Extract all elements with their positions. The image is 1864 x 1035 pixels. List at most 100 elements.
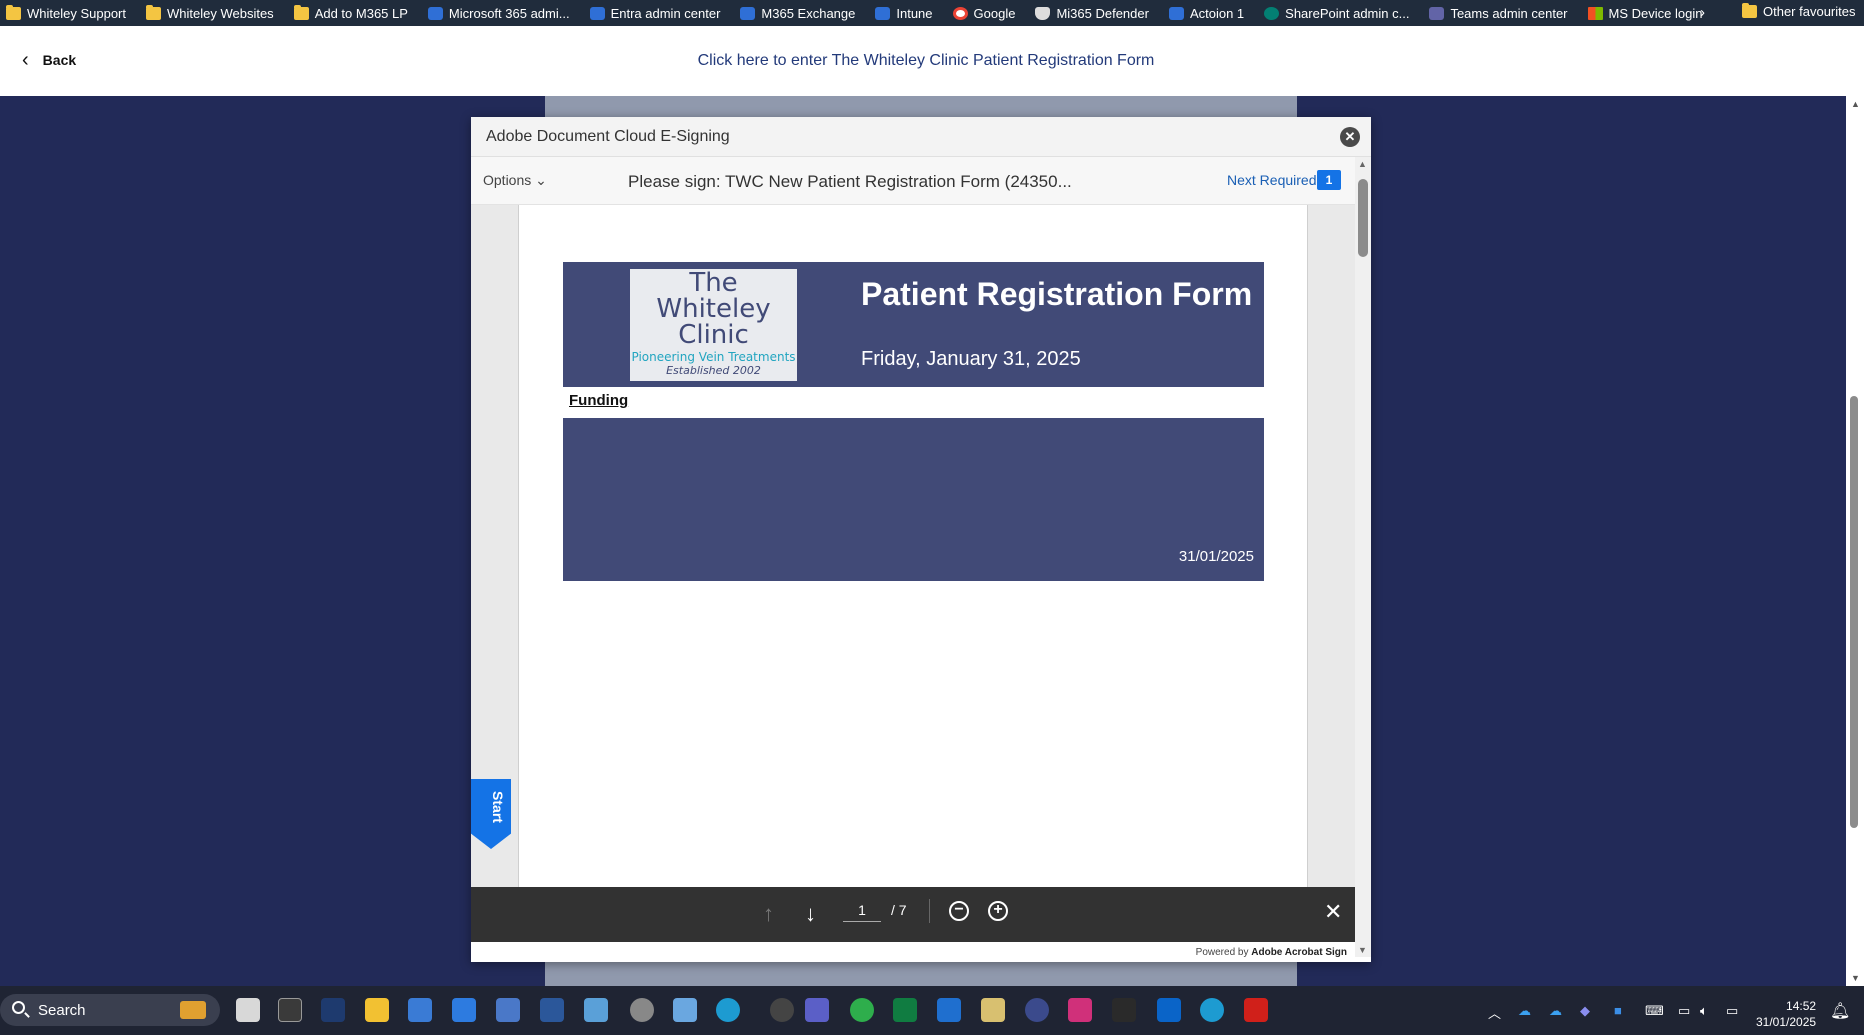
onedrive-icon[interactable]: ☁ [1549, 1003, 1562, 1019]
modal-scrollbar-thumb[interactable] [1358, 179, 1368, 257]
bookmark-m365-admin[interactable]: Microsoft 365 admi... [427, 6, 570, 21]
modal-scrollbar[interactable]: ▲ ▼ [1355, 157, 1371, 957]
bookmark-teams[interactable]: Teams admin center [1429, 6, 1568, 21]
remote-desktop-icon[interactable] [408, 998, 432, 1022]
scroll-down-arrow-icon[interactable]: ▼ [1358, 945, 1367, 955]
top-bar: Click here to enter The Whiteley Clinic … [0, 26, 1864, 96]
terminal-icon[interactable] [278, 998, 302, 1022]
bookmark-google[interactable]: Google [952, 6, 1015, 21]
word-icon[interactable] [540, 998, 564, 1022]
powershell-icon[interactable] [321, 998, 345, 1022]
keyboard-icon[interactable]: ⌨ [1645, 1003, 1664, 1019]
sharepoint-icon [1264, 6, 1280, 20]
next-required-link[interactable]: Next Required [1227, 172, 1317, 188]
volume-icon[interactable]: 🔈︎ [1700, 1003, 1708, 1019]
bookmark-label: Intune [896, 5, 933, 21]
taskbar-search[interactable]: Search [0, 994, 220, 1026]
options-label: Options [483, 172, 532, 188]
form-date: Friday, January 31, 2025 [861, 348, 1081, 370]
folder-icon [146, 4, 161, 20]
scrollbar-thumb[interactable] [1850, 396, 1858, 828]
bookmark-entra[interactable]: Entra admin center [589, 5, 721, 21]
bookmark-defender[interactable]: Mi365 Defender [1035, 6, 1149, 21]
funding-heading: Funding [569, 392, 629, 409]
outlook-icon[interactable] [1157, 998, 1181, 1022]
teams-icon[interactable]: ◆ [1580, 1003, 1590, 1019]
page-scrollbar[interactable]: ▲ ▼ [1846, 96, 1864, 986]
chevron-right-icon[interactable]: › [1700, 4, 1705, 21]
arrow-down-icon[interactable]: ↓ [805, 901, 816, 927]
network-icon[interactable]: ▭ [1678, 1003, 1690, 1019]
teams-icon[interactable] [805, 998, 829, 1022]
bookmark-whiteley-websites[interactable]: Whiteley Websites [146, 4, 274, 21]
bookmark-intune[interactable]: Intune [875, 5, 933, 21]
quick-assist-icon[interactable] [452, 998, 476, 1022]
next-required-count-badge[interactable]: 1 [1317, 170, 1341, 190]
settings-icon[interactable] [630, 998, 654, 1022]
zoom-out-icon[interactable]: − [949, 901, 969, 921]
bookmark-label: SharePoint admin c... [1285, 5, 1410, 21]
photos-icon[interactable] [584, 998, 608, 1022]
options-dropdown[interactable]: Options ⌄ [483, 172, 547, 189]
folder-icon [6, 4, 21, 20]
document-title: Please sign: TWC New Patient Registratio… [628, 172, 1072, 191]
bookmark-label: Entra admin center [610, 5, 721, 21]
bookmark-whiteley-support[interactable]: Whiteley Support [6, 4, 126, 21]
bookmark-sharepoint[interactable]: SharePoint admin c... [1264, 6, 1409, 21]
back-button[interactable]: ‹ Back [22, 50, 77, 70]
intune-icon [875, 6, 891, 20]
page-number-input[interactable]: 1 [843, 902, 881, 922]
notes-icon[interactable] [981, 998, 1005, 1022]
teams-icon [1429, 6, 1445, 20]
bookmark-exchange[interactable]: M365 Exchange [740, 6, 855, 21]
bookmark-add-to-m365[interactable]: Add to M365 LP [293, 4, 408, 21]
arrow-up-icon[interactable]: ↑ [763, 901, 774, 927]
bookmark-label: Whiteley Support [27, 5, 126, 21]
document-page: The Whiteley Clinic Pioneering Vein Trea… [518, 205, 1308, 887]
remote-desktop-icon[interactable] [937, 998, 961, 1022]
logo-line-1: The [689, 268, 738, 298]
creative-cloud-icon[interactable] [1068, 998, 1092, 1022]
sync-icon[interactable] [850, 998, 874, 1022]
esign-modal: Adobe Document Cloud E-Signing ✕ Options… [471, 117, 1371, 962]
page-total: / 7 [891, 902, 907, 918]
bookmark-actoion[interactable]: Actoion 1 [1168, 6, 1244, 21]
calculator-icon[interactable] [496, 998, 520, 1022]
scroll-up-arrow-icon[interactable]: ▲ [1851, 99, 1860, 109]
snipping-tool-icon[interactable] [673, 998, 697, 1022]
close-icon[interactable]: ✕ [1340, 127, 1360, 147]
onedrive-icon[interactable]: ☁ [1518, 1003, 1531, 1019]
acrobat-icon[interactable] [1244, 998, 1268, 1022]
registration-form-link[interactable]: Click here to enter The Whiteley Clinic … [0, 52, 1852, 70]
bookmark-device-login[interactable]: MS Device login [1587, 6, 1702, 21]
folder-icon [1742, 3, 1757, 18]
outlook-icon[interactable]: ■ [1614, 1003, 1622, 1018]
edge-icon[interactable] [1200, 998, 1224, 1022]
task-view-icon[interactable] [236, 998, 260, 1022]
modal-header: Adobe Document Cloud E-Signing ✕ [471, 117, 1371, 157]
logo-line-2: Whiteley [656, 294, 771, 324]
battery-icon[interactable]: ▭ [1726, 1003, 1738, 1019]
app-icon [1168, 6, 1184, 20]
folder-icon [293, 4, 309, 20]
bookmark-other-favourites[interactable]: Other favourites [1742, 3, 1856, 19]
zoom-in-icon[interactable]: + [988, 901, 1008, 921]
scroll-down-arrow-icon[interactable]: ▼ [1851, 973, 1860, 983]
excel-icon[interactable] [893, 998, 917, 1022]
more-apps-icon[interactable] [1112, 998, 1136, 1022]
form-title: Patient Registration Form [861, 276, 1253, 312]
app-icon[interactable] [770, 998, 794, 1022]
close-icon[interactable]: ✕ [1324, 899, 1342, 925]
vpn-icon[interactable] [1025, 998, 1049, 1022]
chevron-up-icon[interactable]: ︿ [1488, 1003, 1501, 1022]
page-navigation-bar: ↑ ↓ 1 / 7 − + ✕ [471, 887, 1355, 942]
funding-date: 31/01/2025 [1178, 548, 1254, 565]
back-label: Back [42, 52, 77, 68]
scroll-up-arrow-icon[interactable]: ▲ [1358, 159, 1367, 169]
taskbar-clock[interactable]: 14:52 31/01/2025 [1756, 998, 1816, 1030]
notification-bell-icon[interactable]: 🔔︎ [1830, 1001, 1850, 1021]
form-header: The Whiteley Clinic Pioneering Vein Trea… [563, 262, 1264, 387]
edge-icon[interactable] [716, 998, 740, 1022]
file-explorer-icon[interactable] [365, 998, 389, 1022]
powered-by-footer: Powered by Adobe Acrobat Sign [471, 942, 1355, 962]
